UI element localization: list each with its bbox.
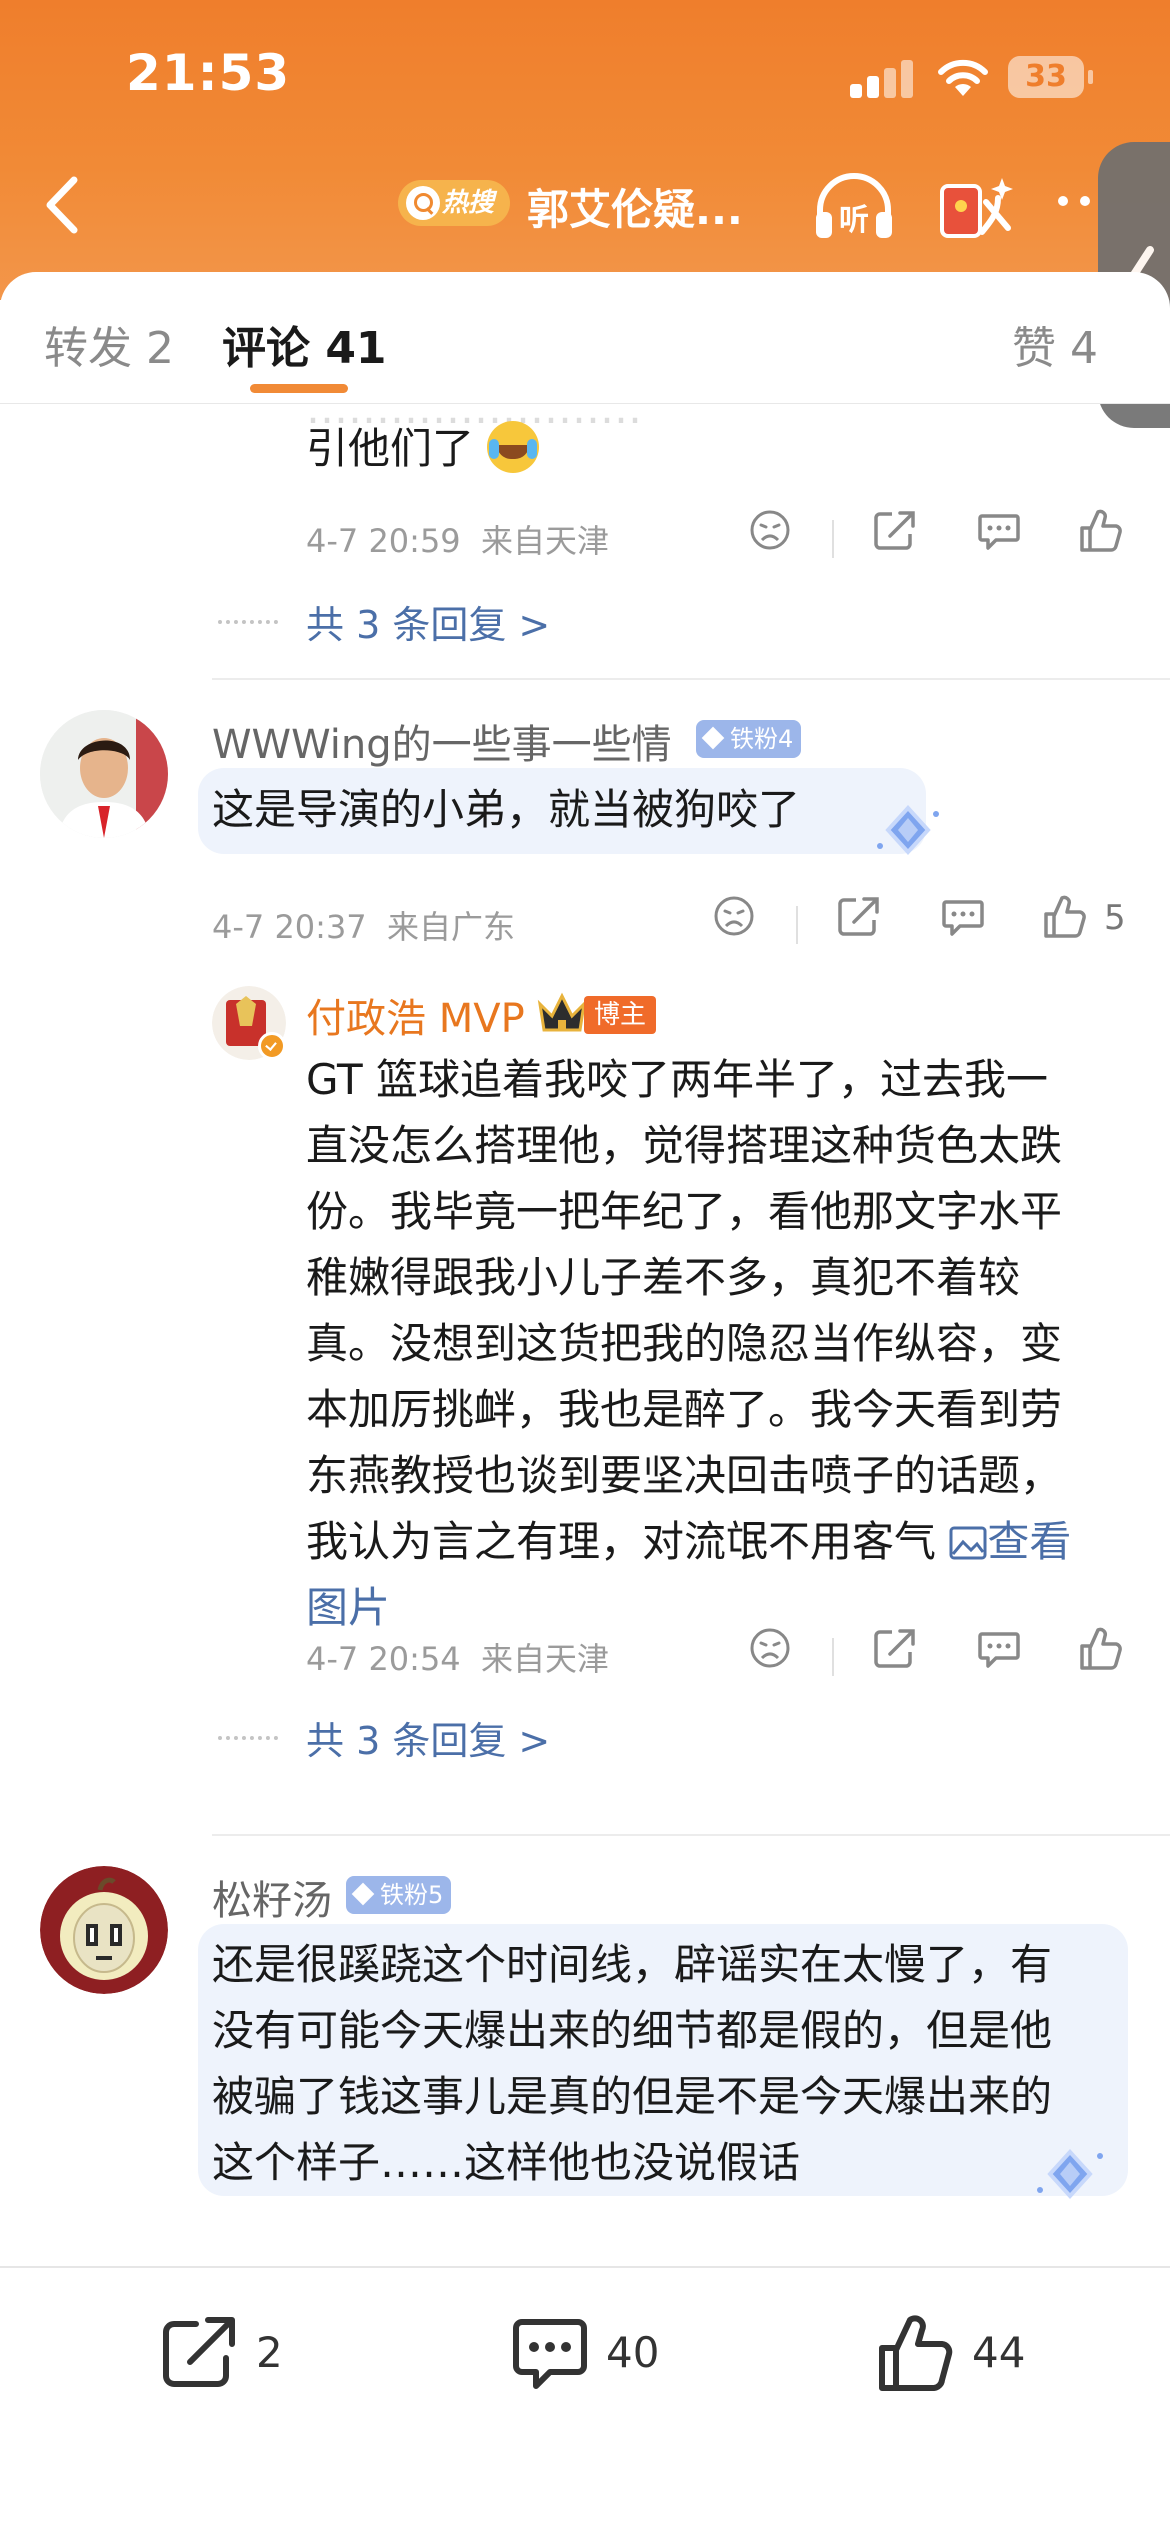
comment-meta: 4-7 20:59 来自天津	[306, 516, 609, 562]
reply-text: GT 篮球追着我咬了两年半了，过去我一 直没怎么搭理他，觉得搭理这种货色太跌 份…	[306, 1047, 1156, 1641]
comment-text-line: 这个样子……这样他也没说假话	[212, 2138, 801, 2187]
bottom-action-bar: 2 40 44	[0, 2266, 1170, 2532]
verified-icon	[258, 1032, 286, 1060]
reply-text-line: GT 篮球追着我咬了两年半了，过去我一	[306, 1055, 1049, 1104]
view-replies-link[interactable]: 共 3 条回复 >	[306, 1710, 550, 1765]
reply-text-line: 真。没想到这货把我的隐忍当作纵容，变	[306, 1319, 1063, 1368]
nav-bar: 热搜 郭艾伦疑... 听	[0, 150, 1170, 260]
diamond-decoration-icon	[877, 805, 939, 855]
reply-meta: 4-7 20:54 来自天津	[306, 1634, 609, 1680]
comment-time: 4-7 20:59	[306, 522, 461, 560]
share-icon[interactable]	[872, 508, 918, 552]
status-bar: 21:53 33	[0, 0, 1170, 150]
comment-text: 这是导演的小弟，就当被狗咬了	[212, 785, 801, 834]
dislike-face-icon[interactable]	[748, 508, 792, 552]
action-separator	[832, 1638, 834, 1676]
comment-text-line: 还是很蹊跷这个时间线，辟谣实在太慢了，有	[212, 1940, 1053, 1989]
tab-comment[interactable]: 评论 41	[222, 312, 387, 376]
action-separator	[832, 520, 834, 558]
reply-icon[interactable]	[976, 1626, 1022, 1670]
share-icon[interactable]	[836, 894, 882, 938]
comment-divider	[212, 1834, 1170, 1836]
comment-location: 来自天津	[481, 522, 610, 560]
image-icon	[949, 1526, 987, 1560]
header: 21:53 33 热搜 郭艾伦疑... 听	[0, 0, 1170, 300]
username[interactable]: WWWing的一些事一些情	[212, 712, 672, 770]
reply-text-line: 直没怎么搭理他，觉得搭理这种货色太跌	[306, 1121, 1063, 1170]
reply-icon[interactable]	[976, 508, 1022, 552]
comment-text-line: 没有可能今天爆出来的细节都是假的，但是他	[212, 2006, 1053, 2055]
tab-repost[interactable]: 转发 2	[44, 312, 174, 376]
comment-text: 引他们了	[306, 416, 540, 482]
crown-icon	[537, 992, 587, 1032]
reply-text-line: 我认为言之有理，对流氓不用客气 查看	[306, 1517, 1072, 1566]
comment-text-line: 被骗了钱这事儿是真的但是不是今天爆出来的	[212, 2072, 1053, 2121]
like-thumb-icon[interactable]	[1078, 1626, 1124, 1672]
cellular-signal-icon	[850, 58, 914, 98]
listen-headphones-icon[interactable]: 听	[812, 172, 896, 242]
comment-location: 来自广东	[387, 908, 516, 946]
comment-list: …………………… 引他们了 4-7 20:59 来自天津 共 3 条回复 > W…	[0, 404, 1170, 2264]
battery-indicator: 33	[1008, 56, 1093, 98]
comment-actions	[748, 508, 1128, 568]
reply-text-line: 本加厉挑衅，我也是醉了。我今天看到劳	[306, 1385, 1063, 1434]
reply-time: 4-7 20:54	[306, 1640, 461, 1678]
reply-text-line: 份。我毕竟一把年纪了，看他那文字水平	[306, 1187, 1063, 1236]
reply-text-line: 东燕教授也谈到要坚决回击喷子的话题，	[306, 1451, 1063, 1500]
like-count-total: 44	[972, 2328, 1026, 2377]
share-icon[interactable]	[872, 1626, 918, 1670]
like-button[interactable]: 44	[876, 2314, 1076, 2394]
comment-actions: 5	[712, 894, 1132, 954]
comment-bubble-icon	[513, 2319, 587, 2389]
avatar[interactable]	[40, 710, 168, 838]
action-separator	[796, 906, 798, 944]
fan-level-badge: 铁粉5	[346, 1876, 452, 1914]
like-thumb-icon	[879, 2315, 953, 2391]
comment-divider	[212, 678, 1170, 680]
like-thumb-icon[interactable]	[1042, 894, 1088, 940]
user-photo	[40, 710, 168, 838]
comment-text: 还是很蹊跷这个时间线，辟谣实在太慢了，有 没有可能今天爆出来的细节都是假的，但是…	[212, 1932, 1122, 2196]
replies-dots	[218, 1736, 278, 1740]
back-button[interactable]	[30, 170, 100, 240]
repost-share-icon	[163, 2317, 235, 2387]
comment-count: 40	[606, 2328, 660, 2377]
hot-search-label: 热搜	[442, 188, 495, 218]
comment-time: 4-7 20:37	[212, 908, 367, 946]
red-packet-icon[interactable]	[936, 172, 1016, 242]
replies-dots	[218, 620, 278, 624]
like-thumb-icon[interactable]	[1078, 508, 1124, 554]
username[interactable]: 松籽汤	[212, 1868, 332, 1926]
view-image-link[interactable]: 查看	[949, 1517, 1071, 1566]
reply-icon[interactable]	[940, 894, 986, 938]
diamond-decoration-icon	[1037, 2149, 1103, 2199]
search-icon	[406, 186, 440, 220]
fan-level-badge: 铁粉4	[696, 720, 802, 758]
blogger-username[interactable]: 付政浩 MVP	[306, 986, 525, 1044]
reply-location: 来自天津	[481, 1640, 610, 1678]
repost-count: 2	[256, 2328, 283, 2377]
reply-actions	[748, 1626, 1128, 1686]
listen-label: 听	[839, 203, 869, 238]
user-photo	[40, 1866, 168, 1994]
page-title[interactable]: 郭艾伦疑...	[527, 176, 743, 237]
active-tab-indicator	[250, 384, 348, 393]
comment-meta: 4-7 20:37 来自广东	[212, 902, 515, 948]
like-count: 5	[1104, 898, 1126, 938]
reply-text-line: 稚嫩得跟我小儿子差不多，真犯不着较	[306, 1253, 1021, 1302]
hot-search-badge[interactable]: 热搜	[398, 180, 510, 226]
blogger-badge: 博主	[584, 996, 657, 1034]
tab-like[interactable]: 赞 4	[1012, 312, 1098, 376]
avatar[interactable]	[40, 1866, 168, 1994]
comment-button[interactable]: 40	[510, 2314, 710, 2394]
tab-bar: 转发 2 评论 41 赞 4	[0, 272, 1170, 404]
view-replies-link[interactable]: 共 3 条回复 >	[306, 594, 550, 649]
dislike-face-icon[interactable]	[712, 894, 756, 938]
repost-button[interactable]: 2	[160, 2314, 360, 2394]
clock: 21:53	[126, 44, 291, 102]
laughing-crying-emoji-icon	[487, 421, 540, 473]
wifi-icon	[938, 59, 988, 96]
dislike-face-icon[interactable]	[748, 1626, 792, 1670]
